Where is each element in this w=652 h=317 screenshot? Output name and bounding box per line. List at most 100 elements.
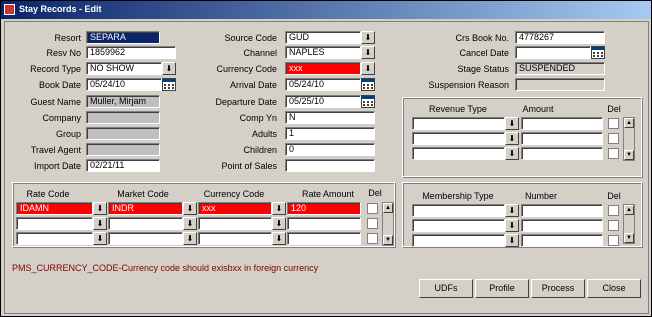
- membership-number-field[interactable]: [521, 219, 603, 232]
- children-field[interactable]: 0: [285, 143, 375, 156]
- rate-amount-header: Rate Amount: [301, 189, 355, 199]
- membership-type-lov-button[interactable]: ⬇: [505, 234, 519, 247]
- revenue-amount-field[interactable]: [521, 147, 603, 160]
- resv-no-field[interactable]: 1859962: [86, 46, 176, 59]
- revenue-type-lov-button[interactable]: ⬇: [505, 117, 519, 130]
- revenue-type-field[interactable]: [412, 147, 505, 160]
- currency-code-field[interactable]: xxx: [285, 62, 361, 75]
- rate-currency-code-field[interactable]: xxx: [198, 202, 272, 215]
- membership-del-checkbox[interactable]: [608, 205, 619, 216]
- record-type-lov-button[interactable]: ⬇: [162, 62, 176, 75]
- scroll-up-icon[interactable]: ▲: [624, 118, 634, 128]
- rate-code-lov-button[interactable]: ⬇: [93, 202, 107, 215]
- travel-agent-field: [86, 143, 160, 156]
- rate-code-header: Rate Code: [26, 189, 70, 199]
- revenue-amount-field[interactable]: [521, 132, 603, 145]
- currency-code-lov-button[interactable]: ⬇: [361, 62, 375, 75]
- channel-lov-button[interactable]: ⬇: [361, 46, 375, 59]
- membership-type-field[interactable]: [412, 204, 505, 217]
- scroll-down-icon[interactable]: ▼: [624, 150, 634, 160]
- book-date-field[interactable]: 05/24/10: [86, 78, 162, 91]
- cancel-date-field[interactable]: [515, 46, 591, 59]
- revenue-del-checkbox[interactable]: [608, 118, 619, 129]
- membership-type-field[interactable]: [412, 219, 505, 232]
- rate-currency-lov-button[interactable]: ⬇: [272, 232, 286, 245]
- revenue-type-field[interactable]: [412, 117, 505, 130]
- rate-currency-lov-button[interactable]: ⬇: [272, 202, 286, 215]
- market-code-lov-button[interactable]: ⬇: [183, 202, 197, 215]
- source-code-lov-button[interactable]: ⬇: [361, 31, 375, 44]
- rate-del-checkbox[interactable]: [367, 233, 378, 244]
- market-code-field[interactable]: [108, 232, 183, 245]
- currency-code-header: Currency Code: [203, 189, 265, 199]
- membership-group: Membership Type Number Del ⬇ ⬇ ⬇ ▲ ▼: [402, 182, 642, 247]
- market-code-field[interactable]: [108, 217, 183, 230]
- rate-currency-lov-button[interactable]: ⬇: [272, 217, 286, 230]
- udfs-button[interactable]: UDFs: [419, 279, 473, 298]
- guest-name-label: Guest Name: [30, 97, 81, 107]
- membership-number-field[interactable]: [521, 204, 603, 217]
- revenue-amount-field[interactable]: [521, 117, 603, 130]
- market-code-header: Market Code: [117, 189, 169, 199]
- rate-currency-code-field[interactable]: [198, 232, 272, 245]
- revenue-del-checkbox[interactable]: [608, 148, 619, 159]
- rate-code-field[interactable]: IDAMN: [16, 202, 93, 215]
- arrival-date-calendar-icon[interactable]: [361, 78, 375, 91]
- source-code-field[interactable]: GUD: [285, 31, 361, 44]
- market-code-lov-button[interactable]: ⬇: [183, 217, 197, 230]
- membership-del-checkbox[interactable]: [608, 220, 619, 231]
- revenue-type-lov-button[interactable]: ⬇: [505, 147, 519, 160]
- arrival-date-field[interactable]: 05/24/10: [285, 78, 361, 91]
- scroll-up-icon[interactable]: ▲: [383, 203, 393, 213]
- rate-code-field[interactable]: [16, 217, 93, 230]
- record-type-field[interactable]: NO SHOW: [86, 62, 162, 75]
- close-button[interactable]: Close: [587, 279, 641, 298]
- scroll-up-icon[interactable]: ▲: [624, 205, 634, 215]
- point-of-sales-field[interactable]: [285, 159, 375, 172]
- membership-number-header: Number: [524, 191, 557, 201]
- departure-date-calendar-icon[interactable]: [361, 95, 375, 108]
- source-code-label: Source Code: [224, 33, 277, 43]
- membership-del-checkbox[interactable]: [608, 235, 619, 246]
- import-date-field[interactable]: 02/21/11: [86, 159, 160, 172]
- membership-type-lov-button[interactable]: ⬇: [505, 204, 519, 217]
- membership-type-field[interactable]: [412, 234, 505, 247]
- scroll-down-icon[interactable]: ▼: [624, 233, 634, 243]
- membership-number-field[interactable]: [521, 234, 603, 247]
- cancel-date-label: Cancel Date: [459, 48, 509, 58]
- book-date-calendar-icon[interactable]: [162, 78, 176, 91]
- revenue-del-checkbox[interactable]: [608, 133, 619, 144]
- membership-scrollbar[interactable]: ▲ ▼: [623, 204, 635, 244]
- profile-button[interactable]: Profile: [475, 279, 529, 298]
- rate-amount-field[interactable]: [287, 217, 361, 230]
- rate-del-checkbox[interactable]: [367, 218, 378, 229]
- resort-field[interactable]: SEPARA: [86, 31, 160, 44]
- departure-date-field[interactable]: 05/25/10: [285, 95, 361, 108]
- adults-field[interactable]: 1: [285, 127, 375, 140]
- process-button[interactable]: Process: [531, 279, 585, 298]
- rate-amount-field[interactable]: 120: [287, 202, 361, 215]
- rate-code-lov-button[interactable]: ⬇: [93, 232, 107, 245]
- revenue-type-lov-button[interactable]: ⬇: [505, 132, 519, 145]
- cancel-date-calendar-icon[interactable]: [591, 46, 605, 59]
- channel-field[interactable]: NAPLES: [285, 46, 361, 59]
- rate-code-lov-button[interactable]: ⬇: [93, 217, 107, 230]
- revenue-scrollbar[interactable]: ▲ ▼: [623, 117, 635, 161]
- market-code-lov-button[interactable]: ⬇: [183, 232, 197, 245]
- scroll-down-icon[interactable]: ▼: [383, 235, 393, 245]
- revenue-type-field[interactable]: [412, 132, 505, 145]
- membership-type-lov-button[interactable]: ⬇: [505, 219, 519, 232]
- rate-currency-code-field[interactable]: [198, 217, 272, 230]
- market-code-field[interactable]: INDR: [108, 202, 183, 215]
- travel-agent-label: Travel Agent: [30, 145, 81, 155]
- comp-yn-field[interactable]: N: [285, 111, 375, 124]
- rate-del-checkbox[interactable]: [367, 203, 378, 214]
- rate-code-field[interactable]: [16, 232, 93, 245]
- title-bar[interactable]: Stay Records - Edit: [1, 1, 651, 19]
- form-area: Resort SEPARA Resv No 1859962 Record Typ…: [4, 21, 649, 314]
- rates-scrollbar[interactable]: ▲ ▼: [382, 202, 394, 246]
- crs-book-no-field[interactable]: 4778267: [515, 31, 605, 44]
- guest-name-field: Muller, Mirjam: [86, 95, 160, 108]
- rate-amount-field[interactable]: [287, 232, 361, 245]
- stage-status-field: SUSPENDED: [515, 62, 605, 75]
